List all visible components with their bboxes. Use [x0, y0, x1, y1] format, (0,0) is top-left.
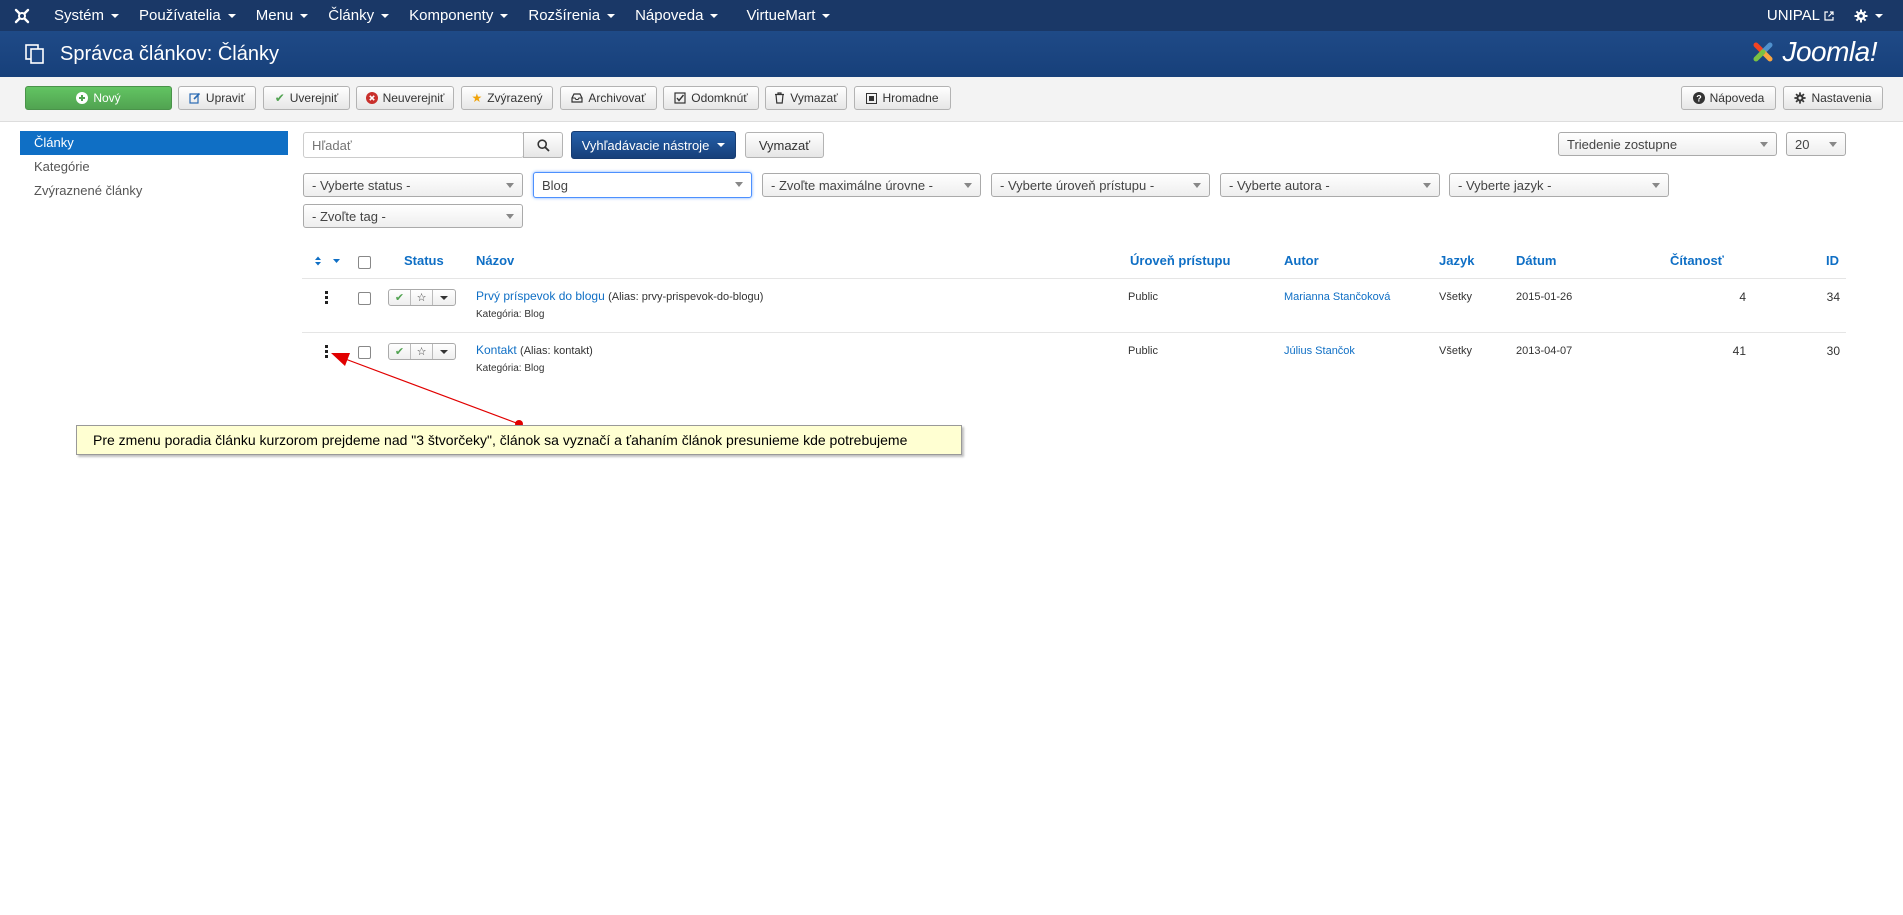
- annotation-callout: Pre zmenu poradia článku kurzorom prejde…: [76, 425, 962, 455]
- annotation-arrow: [331, 353, 523, 428]
